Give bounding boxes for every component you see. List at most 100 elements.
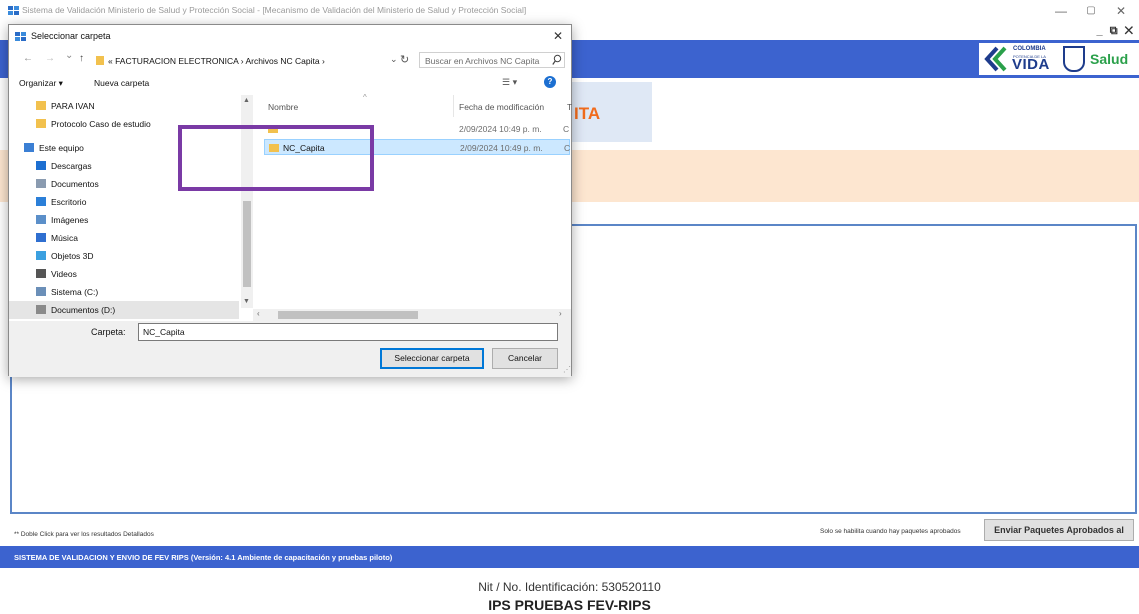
minimize-button[interactable]: — <box>1047 3 1075 19</box>
nav-item-label: Imágenes <box>51 215 89 225</box>
send-enabled-hint: Solo se habilita cuando hay paquetes apr… <box>820 528 961 535</box>
search-input[interactable]: Buscar en Archivos NC Capita <box>419 52 565 68</box>
videos-icon <box>36 269 46 278</box>
folder-field-value: NC_Capita <box>143 327 185 337</box>
view-options-icon[interactable]: ☰ ▾ <box>502 77 517 88</box>
documents-icon <box>36 179 46 188</box>
double-click-hint: ** Doble Click para ver los resultados D… <box>14 531 154 538</box>
nav-item[interactable]: Objetos 3D <box>9 247 239 265</box>
nav-item-label: Este equipo <box>39 143 84 153</box>
nav-item-label: Música <box>51 233 78 243</box>
objects-3d-icon <box>36 251 46 260</box>
column-header-name[interactable]: Nombre <box>268 102 298 112</box>
nav-item[interactable]: Videos <box>9 265 239 283</box>
scroll-left-icon[interactable]: ‹ <box>257 309 260 318</box>
nav-item-label: Documentos (D:) <box>51 305 116 315</box>
brand-salud: Salud <box>1090 51 1129 67</box>
nav-item[interactable]: Sistema (C:) <box>9 283 239 301</box>
folder-field[interactable]: NC_Capita <box>138 323 558 341</box>
window-title: Sistema de Validación Ministerio de Salu… <box>22 5 527 15</box>
nav-item-label: Documentos <box>51 179 99 189</box>
footer-banner-text: SISTEMA DE VALIDACION Y ENVIO DE FEV RIP… <box>14 553 393 562</box>
nav-item-label: Descargas <box>51 161 92 171</box>
app-icon <box>8 6 19 15</box>
nav-item[interactable]: Documentos (D:) <box>9 301 239 319</box>
nav-item[interactable]: Escritorio <box>9 193 239 211</box>
search-icon[interactable] <box>552 54 562 66</box>
highlight-annotation <box>178 125 374 191</box>
window-titlebar: Sistema de Validación Ministerio de Salu… <box>0 0 1139 22</box>
column-header-type[interactable]: T <box>567 102 572 112</box>
column-divider[interactable] <box>453 95 454 117</box>
folder-icon <box>36 119 46 128</box>
scrollbar-thumb[interactable] <box>243 201 251 287</box>
nav-item-label: Escritorio <box>51 197 87 207</box>
computer-icon <box>24 143 34 152</box>
new-folder-button[interactable]: Nueva carpeta <box>94 78 149 88</box>
forward-arrow-icon[interactable]: → <box>45 53 55 64</box>
nav-item[interactable]: Imágenes <box>9 211 239 229</box>
file-date: 2/09/2024 10:49 p. m. <box>460 143 543 153</box>
scroll-down-icon[interactable]: ▼ <box>243 298 250 305</box>
brand-logo: COLOMBIA POTENCIA DE LA VIDA Salud <box>979 43 1139 75</box>
sort-indicator-icon: ^ <box>363 93 367 102</box>
nav-item-label: Videos <box>51 269 77 279</box>
help-icon[interactable]: ? <box>544 76 556 88</box>
music-icon <box>36 233 46 242</box>
select-folder-dialog: Seleccionar carpeta ✕ ← → ⌄ ↑ « FACTURAC… <box>8 24 572 377</box>
column-header-date[interactable]: Fecha de modificación <box>459 102 544 112</box>
dialog-footer: Carpeta: NC_Capita Seleccionar carpeta C… <box>9 321 571 377</box>
file-list-scrollbar[interactable]: ‹ › <box>253 309 571 321</box>
scroll-up-icon[interactable]: ▲ <box>243 97 250 104</box>
scroll-right-icon[interactable]: › <box>559 309 562 318</box>
nav-item-label: Objetos 3D <box>51 251 94 261</box>
nav-item-label: Protocolo Caso de estudio <box>51 119 151 129</box>
drive-icon <box>36 287 46 296</box>
file-type: C <box>563 124 570 134</box>
brand-colombia: COLOMBIA <box>1013 46 1046 52</box>
nav-item-label: Sistema (C:) <box>51 287 99 297</box>
nav-item[interactable]: Música <box>9 229 239 247</box>
file-date: 2/09/2024 10:49 p. m. <box>459 124 542 134</box>
close-button[interactable]: ✕ <box>1107 3 1135 19</box>
back-arrow-icon[interactable]: ← <box>23 53 33 64</box>
folder-field-label: Carpeta: <box>91 327 126 337</box>
dialog-title: Seleccionar carpeta <box>31 31 111 41</box>
breadcrumb[interactable]: « FACTURACION ELECTRONICA › Archivos NC … <box>108 56 325 66</box>
dialog-close-button[interactable]: ✕ <box>549 29 567 43</box>
search-placeholder: Buscar en Archivos NC Capita <box>425 56 540 66</box>
folder-icon <box>36 101 46 110</box>
maximize-button[interactable]: ▢ <box>1077 3 1105 19</box>
nit-label: Nit / No. Identificación: 530520110 <box>478 580 661 594</box>
brand-vida: VIDA <box>1012 56 1050 73</box>
address-dropdown-icon[interactable]: ⌄ <box>390 54 398 65</box>
dialog-titlebar: Seleccionar carpeta ✕ <box>9 25 571 47</box>
refresh-icon[interactable]: ↻ <box>400 53 409 66</box>
scrollbar-thumb[interactable] <box>278 311 418 319</box>
shield-icon <box>1063 46 1085 72</box>
folder-icon <box>96 56 104 65</box>
select-folder-button[interactable]: Seleccionar carpeta <box>380 348 484 369</box>
download-icon <box>36 161 46 170</box>
mdi-child-controls[interactable]: _ ⧉ ✕ <box>1097 25 1135 38</box>
organize-menu[interactable]: Organizar ▾ <box>19 78 63 89</box>
dialog-toolbar: Organizar ▾ Nueva carpeta ☰ ▾ ? <box>9 73 571 93</box>
ips-name: IPS PRUEBAS FEV-RIPS <box>488 597 651 613</box>
pictures-icon <box>36 215 46 224</box>
cancel-button[interactable]: Cancelar <box>492 348 558 369</box>
app-icon <box>15 32 26 41</box>
up-arrow-icon[interactable]: ↑ <box>79 53 84 64</box>
chevron-logo-icon <box>984 46 1007 72</box>
footer-banner: SISTEMA DE VALIDACION Y ENVIO DE FEV RIP… <box>0 546 1139 568</box>
address-bar[interactable]: « FACTURACION ELECTRONICA › Archivos NC … <box>93 52 413 68</box>
drive-icon <box>36 305 46 314</box>
nav-item-label: PARA IVAN <box>51 101 95 111</box>
file-type: C <box>564 143 571 153</box>
nav-item[interactable]: PARA IVAN <box>9 97 239 115</box>
send-approved-packages-button[interactable]: Enviar Paquetes Aprobados al <box>984 519 1134 541</box>
desktop-icon <box>36 197 46 206</box>
recent-locations-icon[interactable]: ⌄ <box>65 50 73 61</box>
resize-grip-icon[interactable]: ⋰ <box>563 365 571 374</box>
page-title-fragment: ITA <box>574 104 601 123</box>
navigation-bar: ← → ⌄ ↑ « FACTURACION ELECTRONICA › Arch… <box>9 49 571 71</box>
